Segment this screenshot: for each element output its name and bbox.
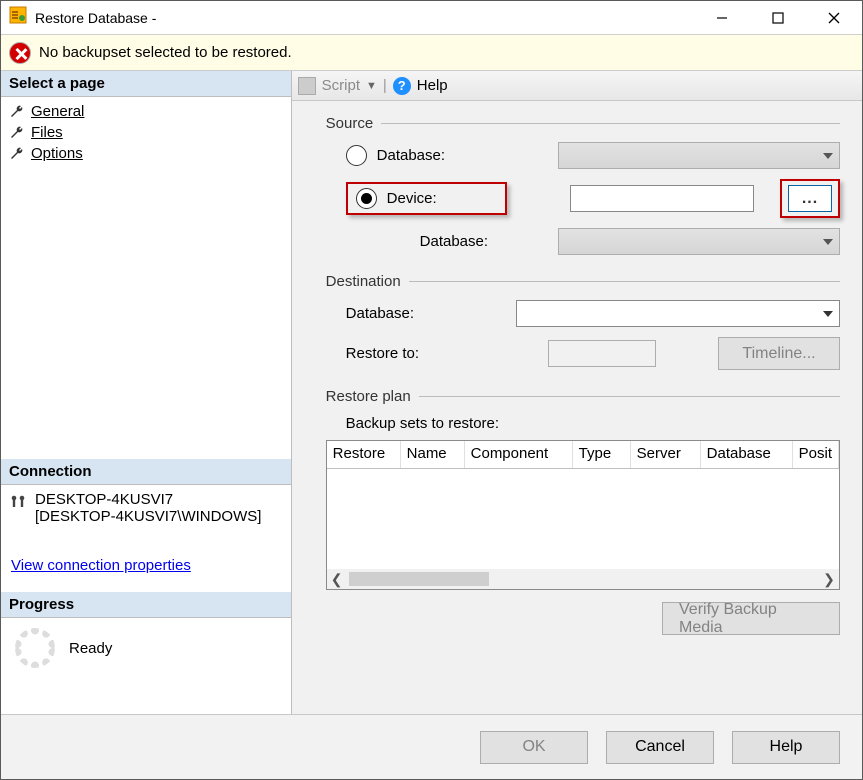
connection-header: Connection [1, 459, 291, 485]
source-db-label: Database: [420, 233, 550, 250]
destination-db-combo[interactable] [516, 300, 840, 327]
col-type[interactable]: Type [573, 441, 631, 468]
left-pane: Select a page General Files Options Conn… [1, 71, 292, 714]
wrench-icon [9, 125, 25, 141]
help-button[interactable]: Help [732, 731, 840, 764]
browse-button[interactable]: ... [788, 185, 832, 212]
col-server[interactable]: Server [631, 441, 701, 468]
device-path-input[interactable] [570, 185, 754, 212]
select-page-header: Select a page [1, 71, 291, 97]
device-highlight: Device: [346, 182, 507, 215]
restore-to-label: Restore to: [346, 345, 516, 362]
radio-device-label: Device: [387, 190, 497, 207]
ok-button: OK [480, 731, 588, 764]
backup-sets-grid[interactable]: Restore Name Component Type Server Datab… [326, 440, 840, 590]
page-item-general[interactable]: General [7, 101, 285, 122]
window-title: Restore Database - [35, 10, 156, 26]
radio-database[interactable] [346, 145, 367, 166]
close-button[interactable] [806, 1, 862, 34]
wrench-icon [9, 146, 25, 162]
radio-database-label: Database: [377, 147, 525, 164]
grid-header: Restore Name Component Type Server Datab… [327, 441, 839, 469]
error-icon [9, 42, 31, 64]
backup-sets-label: Backup sets to restore: [326, 415, 840, 432]
timeline-button: Timeline... [718, 337, 840, 370]
minimize-button[interactable] [694, 1, 750, 34]
page-item-label: Files [31, 124, 63, 141]
restore-plan-header: Restore plan [326, 388, 411, 405]
connection-user: [DESKTOP-4KUSVI7\WINDOWS] [35, 508, 261, 525]
browse-highlight: ... [780, 179, 840, 218]
toolbar: Script ▼ | ? Help [292, 71, 862, 101]
warning-text: No backupset selected to be restored. [39, 44, 292, 61]
verify-backup-media-button: Verify Backup Media [662, 602, 840, 635]
source-header: Source [326, 115, 374, 132]
connection-server: DESKTOP-4KUSVI7 [35, 491, 261, 508]
dialog-footer: OK Cancel Help [1, 714, 862, 779]
source-database-combo [558, 142, 840, 169]
scroll-left-icon[interactable]: ❮ [327, 571, 347, 588]
cancel-button[interactable]: Cancel [606, 731, 714, 764]
chevron-down-icon[interactable]: ▼ [366, 80, 377, 92]
col-position[interactable]: Posit [793, 441, 839, 468]
progress-spinner-icon [15, 628, 55, 668]
scroll-right-icon[interactable]: ❯ [819, 571, 839, 588]
view-connection-properties-link[interactable]: View connection properties [1, 531, 291, 592]
script-icon [298, 77, 316, 95]
progress-header: Progress [1, 592, 291, 618]
destination-header: Destination [326, 273, 401, 290]
col-database[interactable]: Database [701, 441, 793, 468]
wrench-icon [9, 104, 25, 120]
help-button[interactable]: Help [417, 77, 448, 94]
page-item-files[interactable]: Files [7, 122, 285, 143]
radio-device[interactable] [356, 188, 377, 209]
help-icon: ? [393, 77, 411, 95]
col-restore[interactable]: Restore [327, 441, 401, 468]
page-item-label: General [31, 103, 84, 120]
source-db-combo [558, 228, 840, 255]
server-icon [9, 493, 27, 511]
col-name[interactable]: Name [401, 441, 465, 468]
grid-hscrollbar[interactable]: ❮ ❯ [327, 569, 839, 589]
maximize-button[interactable] [750, 1, 806, 34]
connection-info: DESKTOP-4KUSVI7 [DESKTOP-4KUSVI7\WINDOWS… [1, 485, 291, 531]
destination-db-label: Database: [346, 305, 516, 322]
progress-status: Ready [69, 640, 112, 657]
page-item-options[interactable]: Options [7, 143, 285, 164]
col-component[interactable]: Component [465, 441, 573, 468]
restore-to-input [548, 340, 656, 367]
page-item-label: Options [31, 145, 83, 162]
app-icon [9, 6, 27, 29]
script-button[interactable]: Script [322, 77, 360, 94]
warning-bar: No backupset selected to be restored. [1, 35, 862, 71]
titlebar: Restore Database - [1, 1, 862, 35]
